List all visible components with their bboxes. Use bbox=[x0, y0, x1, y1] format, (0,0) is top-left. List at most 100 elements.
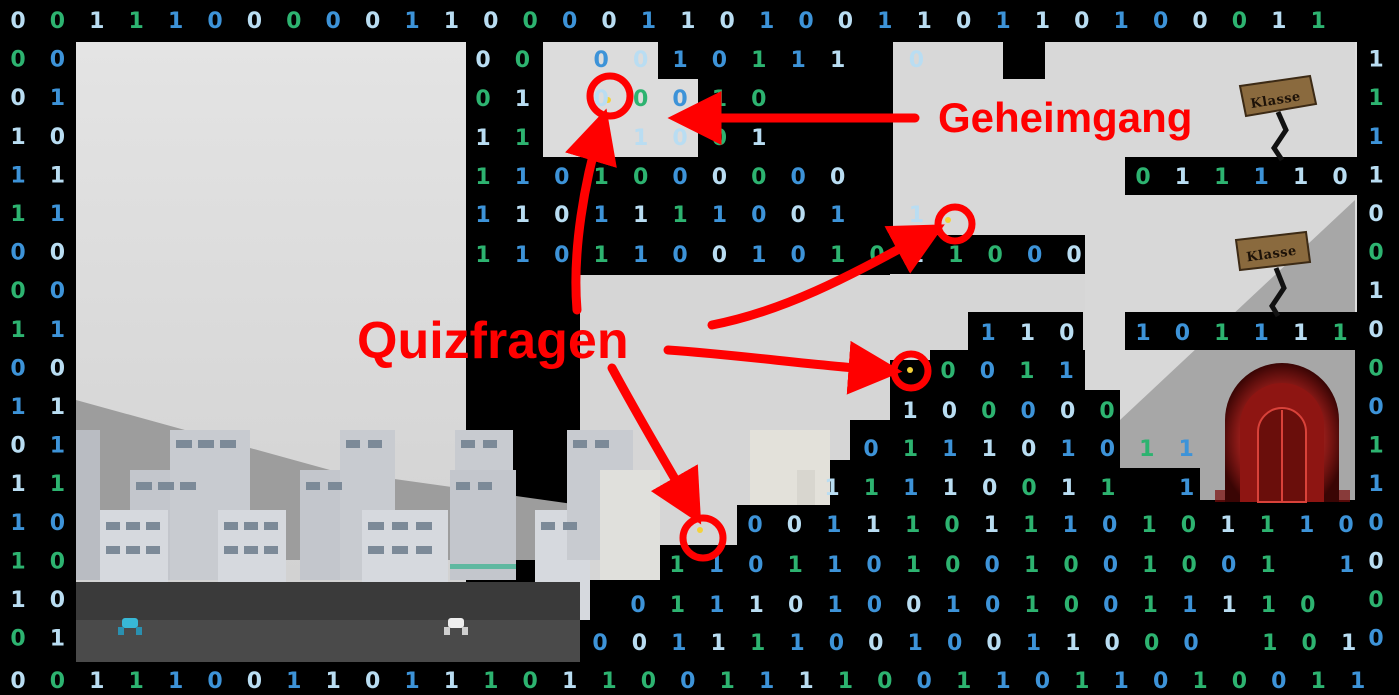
binary-digit: 1 bbox=[10, 549, 25, 574]
binary-digit: 1 bbox=[749, 593, 764, 618]
binary-digit: 0 bbox=[945, 553, 960, 578]
binary-digit: 0 bbox=[747, 513, 762, 538]
binary-digit: 0 bbox=[50, 48, 65, 73]
binary-digit: 0 bbox=[751, 165, 766, 190]
binary-digit: 1 bbox=[995, 669, 1010, 694]
binary-digit: 1 bbox=[908, 631, 923, 656]
binary-digit: 0 bbox=[515, 48, 530, 73]
binary-digit: 0 bbox=[672, 87, 687, 112]
binary-digit: 0 bbox=[1059, 321, 1074, 346]
binary-digit: 1 bbox=[1114, 9, 1129, 34]
binary-digit: 0 bbox=[50, 511, 65, 536]
binary-digit: 1 bbox=[10, 163, 25, 188]
binary-digit: 1 bbox=[670, 593, 685, 618]
binary-digit: 1 bbox=[1262, 631, 1277, 656]
binary-digit: 0 bbox=[751, 87, 766, 112]
binary-digit: 0 bbox=[787, 513, 802, 538]
binary-digit: 1 bbox=[1135, 321, 1150, 346]
binary-digit: 0 bbox=[632, 631, 647, 656]
binary-digit: 0 bbox=[1100, 437, 1115, 462]
binary-digit: 1 bbox=[1368, 48, 1383, 73]
binary-digit: 0 bbox=[50, 669, 65, 694]
binary-digit: 1 bbox=[515, 126, 530, 151]
binary-digit: 1 bbox=[1035, 9, 1050, 34]
game-screen: Klasse Klasse 00111000001100001101001101… bbox=[0, 0, 1399, 695]
binary-digit: 0 bbox=[1332, 165, 1347, 190]
binary-digit: 0 bbox=[1183, 631, 1198, 656]
binary-digit: 0 bbox=[1368, 627, 1383, 652]
binary-digit: 1 bbox=[10, 395, 25, 420]
binary-digit: 0 bbox=[10, 434, 25, 459]
binary-digit: 1 bbox=[671, 631, 686, 656]
binary-digit: 1 bbox=[995, 9, 1010, 34]
binary-digit: 1 bbox=[1260, 553, 1275, 578]
binary-digit: 1 bbox=[903, 437, 918, 462]
binary-digit: 1 bbox=[1254, 321, 1269, 346]
binary-digit: 0 bbox=[712, 48, 727, 73]
binary-digit: 1 bbox=[759, 9, 774, 34]
binary-digit: 0 bbox=[1368, 549, 1383, 574]
binary-digit: 0 bbox=[10, 241, 25, 266]
binary-digit: 0 bbox=[633, 48, 648, 73]
binary-digit: 0 bbox=[633, 165, 648, 190]
binary-digit: 0 bbox=[1232, 669, 1247, 694]
binary-digit: 1 bbox=[826, 513, 841, 538]
binary-digit: 0 bbox=[10, 627, 25, 652]
binary-digit: 1 bbox=[948, 243, 963, 268]
binary-digit: 0 bbox=[523, 9, 538, 34]
binary-digit: 0 bbox=[672, 243, 687, 268]
binary-digit: 0 bbox=[1221, 553, 1236, 578]
binary-digit: 1 bbox=[1221, 593, 1236, 618]
binary-digit: 0 bbox=[1368, 588, 1383, 613]
binary-digit: 1 bbox=[10, 511, 25, 536]
binary-digit: 0 bbox=[1368, 241, 1383, 266]
binary-digit: 1 bbox=[1114, 669, 1129, 694]
binary-digit: 0 bbox=[10, 48, 25, 73]
binary-digit: 0 bbox=[906, 593, 921, 618]
binary-digit: 1 bbox=[10, 588, 25, 613]
binary-digit: 0 bbox=[798, 9, 813, 34]
binary-digit: 1 bbox=[982, 437, 997, 462]
binary-digit: 0 bbox=[10, 279, 25, 304]
binary-digit: 0 bbox=[247, 9, 262, 34]
binary-digit: 1 bbox=[641, 9, 656, 34]
binary-digit: 0 bbox=[326, 9, 341, 34]
binary-digit: 1 bbox=[827, 593, 842, 618]
binary-digit: 0 bbox=[1035, 669, 1050, 694]
binary-digit: 0 bbox=[942, 399, 957, 424]
binary-digit: 0 bbox=[980, 359, 995, 384]
binary-digit: 1 bbox=[712, 87, 727, 112]
binary-digit: 1 bbox=[751, 126, 766, 151]
binary-digit: 0 bbox=[1060, 399, 1075, 424]
binary-digit: 0 bbox=[791, 203, 806, 228]
binary-digit: 0 bbox=[1103, 593, 1118, 618]
binary-digit: 0 bbox=[944, 513, 959, 538]
binary-digit: 1 bbox=[50, 434, 65, 459]
binary-digit: 0 bbox=[633, 87, 648, 112]
binary-digit: 0 bbox=[50, 279, 65, 304]
binary-digit: 0 bbox=[10, 9, 25, 34]
binary-digit: 0 bbox=[50, 241, 65, 266]
binary-digit: 0 bbox=[947, 631, 962, 656]
binary-digit: 0 bbox=[1021, 476, 1036, 501]
binary-digit: 1 bbox=[1139, 437, 1154, 462]
binary-digit: 1 bbox=[956, 669, 971, 694]
binary-digit: 0 bbox=[988, 243, 1003, 268]
binary-digit: 1 bbox=[1141, 513, 1156, 538]
binary-digit: 0 bbox=[50, 549, 65, 574]
binary-digit: 1 bbox=[483, 669, 498, 694]
binary-digit: 1 bbox=[1299, 513, 1314, 538]
binary-digit: 0 bbox=[1192, 9, 1207, 34]
binary-digit: 1 bbox=[751, 243, 766, 268]
binary-digit: 0 bbox=[1300, 593, 1315, 618]
binary-digit: 1 bbox=[1142, 553, 1157, 578]
binary-digit: 1 bbox=[1332, 321, 1347, 346]
binary-digit: 0 bbox=[1103, 553, 1118, 578]
binary-digit: 1 bbox=[1368, 125, 1383, 150]
binary-digit: 1 bbox=[129, 9, 144, 34]
binary-digit: 0 bbox=[1153, 669, 1168, 694]
binary-digit: 0 bbox=[10, 356, 25, 381]
binary-digit: 0 bbox=[1271, 669, 1286, 694]
binary-digit: 1 bbox=[1065, 631, 1080, 656]
binary-digit: 0 bbox=[207, 669, 222, 694]
